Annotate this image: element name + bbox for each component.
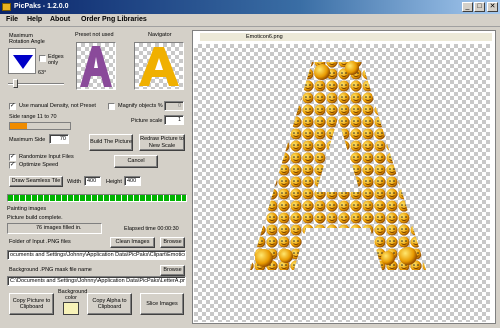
seamless-tile-button[interactable]: Draw Seamless Tile — [9, 176, 63, 187]
images-filled-text: 76 images filled in. — [36, 225, 82, 231]
menu-help[interactable]: Help — [27, 16, 42, 23]
max-side-label: Maximum Side — [9, 137, 46, 143]
build-picture-button[interactable]: Build The Picture — [89, 134, 133, 151]
status-complete: Picture build complete. — [7, 215, 63, 221]
rotation-label: Maximum Rotation Angle — [9, 33, 45, 45]
rotation-triangle-icon — [13, 55, 33, 69]
side-range-bar[interactable] — [9, 122, 71, 130]
magnify-checkbox[interactable] — [108, 103, 115, 110]
background-color-label: Background color — [58, 289, 88, 301]
background-color-swatch[interactable] — [63, 302, 79, 315]
mask-file-field[interactable]: C:\Documents and Settings\Johnny\Applica… — [7, 276, 186, 286]
navigator-preview[interactable] — [134, 42, 184, 90]
side-range-label: Side range 11 to 70 — [9, 114, 57, 120]
cancel-button[interactable]: Cancel — [114, 155, 158, 168]
clean-images-button[interactable]: Clean Images — [110, 237, 155, 248]
magnify-input[interactable]: 0 — [164, 101, 184, 111]
navigator-letter-a-image — [139, 47, 179, 86]
menu-about[interactable]: About — [50, 16, 70, 23]
navigator-label: Navigator — [148, 32, 172, 38]
edges-only-checkbox[interactable] — [39, 55, 46, 62]
build-progress-fill — [8, 195, 186, 201]
elapsed-time: Elapsed time 00:00:30 — [124, 226, 179, 232]
canvas-filename: Emoticon6.png — [200, 33, 492, 41]
mask-file-label: Background .PNG mask file name — [9, 267, 92, 273]
preset-letter-a-image — [80, 46, 112, 87]
build-progress-bar — [7, 194, 187, 202]
optimize-checkbox[interactable]: ✓ — [9, 162, 16, 169]
window-title: PicPaks - 1.2.0.0 — [14, 3, 69, 10]
input-folder-label: Folder of Input .PNG files — [9, 239, 71, 245]
manual-density-checkbox[interactable]: ✓ — [9, 103, 16, 110]
optimize-label: Optimize Speed — [19, 162, 59, 168]
max-side-input[interactable]: 70 — [49, 134, 69, 144]
tile-width-input[interactable]: 400 — [84, 176, 101, 186]
title-bar: PicPaks - 1.2.0.0 — [0, 0, 500, 14]
randomize-label: Randomize Input Files — [19, 154, 74, 160]
manual-density-label: Use manual Density, not Preset — [19, 103, 96, 109]
input-folder-field[interactable]: ocuments and Settings\Johnny\Application… — [7, 250, 186, 260]
rotation-dial[interactable] — [8, 48, 36, 74]
menu-order-png[interactable]: Order Png Libraries — [81, 16, 147, 23]
picture-scale-input[interactable]: 1 — [164, 115, 184, 125]
status-painting: Painting images — [7, 206, 47, 212]
emoticon-letter-a-image — [250, 61, 426, 270]
canvas-preview[interactable] — [194, 44, 490, 322]
slice-images-button[interactable]: Slice Images — [140, 293, 184, 315]
randomize-checkbox[interactable]: ✓ — [9, 154, 16, 161]
images-filled-panel: 76 images filled in. — [7, 223, 102, 234]
rotation-value: 63° — [38, 70, 47, 76]
tile-height-label: Height — [106, 179, 122, 185]
menu-bar: File Help About Order Png Libraries — [0, 14, 500, 27]
browse-input-button[interactable]: Browse — [160, 237, 185, 248]
menu-file[interactable]: File — [6, 16, 18, 23]
maximize-button[interactable]: □ — [474, 2, 485, 12]
picture-scale-label: Picture scale — [131, 118, 163, 124]
side-range-fill — [10, 123, 27, 129]
preset-preview — [76, 42, 116, 90]
app-icon — [2, 3, 11, 11]
close-button[interactable]: ✕ — [487, 2, 498, 12]
tile-width-label: Width — [67, 179, 82, 185]
redraw-picture-button[interactable]: Redraw Picture to New Scale — [139, 134, 185, 151]
copy-alpha-button[interactable]: Copy Alpha to Clipboard — [87, 293, 132, 315]
tile-height-input[interactable]: 400 — [124, 176, 141, 186]
preset-label: Preset not used — [75, 32, 114, 38]
minimize-button[interactable]: _ — [462, 2, 473, 12]
copy-picture-button[interactable]: Copy Picture to Clipboard — [9, 293, 54, 315]
rotation-slider-thumb[interactable] — [13, 79, 18, 88]
edges-only-label: Edges only — [48, 54, 64, 66]
magnify-label: Magnify objects % — [118, 103, 163, 109]
browse-mask-button[interactable]: Browse — [160, 265, 185, 276]
